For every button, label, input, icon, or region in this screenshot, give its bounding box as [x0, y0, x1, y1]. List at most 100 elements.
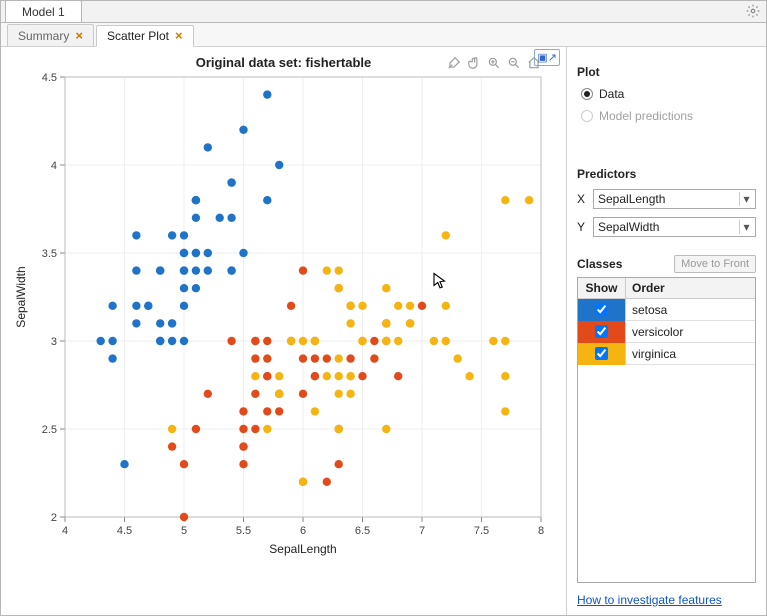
class-show-checkbox[interactable] [595, 303, 608, 316]
point-versicolor[interactable] [370, 337, 378, 345]
point-virginica[interactable] [346, 372, 354, 380]
point-versicolor[interactable] [299, 266, 307, 274]
point-virginica[interactable] [394, 337, 402, 345]
point-setosa[interactable] [263, 196, 271, 204]
point-setosa[interactable] [192, 196, 200, 204]
point-setosa[interactable] [108, 337, 116, 345]
point-virginica[interactable] [358, 337, 366, 345]
point-versicolor[interactable] [275, 407, 283, 415]
point-setosa[interactable] [192, 266, 200, 274]
class-row-setosa[interactable]: setosa [578, 299, 755, 321]
point-setosa[interactable] [108, 354, 116, 362]
point-setosa[interactable] [132, 319, 140, 327]
close-icon[interactable]: × [175, 25, 183, 47]
point-virginica[interactable] [430, 337, 438, 345]
point-virginica[interactable] [311, 337, 319, 345]
point-virginica[interactable] [394, 302, 402, 310]
point-virginica[interactable] [335, 284, 343, 292]
point-virginica[interactable] [489, 337, 497, 345]
point-virginica[interactable] [442, 231, 450, 239]
point-virginica[interactable] [311, 407, 319, 415]
point-setosa[interactable] [144, 302, 152, 310]
point-setosa[interactable] [180, 266, 188, 274]
point-versicolor[interactable] [263, 372, 271, 380]
point-setosa[interactable] [192, 249, 200, 257]
point-setosa[interactable] [132, 266, 140, 274]
point-virginica[interactable] [442, 337, 450, 345]
point-virginica[interactable] [525, 196, 533, 204]
point-versicolor[interactable] [239, 407, 247, 415]
point-virginica[interactable] [168, 425, 176, 433]
point-setosa[interactable] [132, 302, 140, 310]
point-virginica[interactable] [335, 266, 343, 274]
point-versicolor[interactable] [394, 372, 402, 380]
point-virginica[interactable] [346, 319, 354, 327]
point-virginica[interactable] [406, 319, 414, 327]
point-versicolor[interactable] [263, 354, 271, 362]
point-virginica[interactable] [346, 302, 354, 310]
point-virginica[interactable] [358, 302, 366, 310]
point-versicolor[interactable] [251, 337, 259, 345]
gear-icon[interactable] [746, 4, 760, 21]
point-versicolor[interactable] [251, 390, 259, 398]
point-setosa[interactable] [132, 231, 140, 239]
point-versicolor[interactable] [299, 390, 307, 398]
point-virginica[interactable] [251, 372, 259, 380]
point-setosa[interactable] [97, 337, 105, 345]
class-row-versicolor[interactable]: versicolor [578, 321, 755, 343]
point-virginica[interactable] [382, 425, 390, 433]
point-setosa[interactable] [204, 249, 212, 257]
point-virginica[interactable] [299, 337, 307, 345]
point-setosa[interactable] [168, 337, 176, 345]
point-versicolor[interactable] [370, 354, 378, 362]
class-show-checkbox[interactable] [595, 325, 608, 338]
point-virginica[interactable] [501, 407, 509, 415]
point-virginica[interactable] [465, 372, 473, 380]
tab-model-1[interactable]: Model 1 [5, 0, 82, 22]
point-virginica[interactable] [299, 478, 307, 486]
scatter-chart[interactable]: 44.555.566.577.5822.533.544.5SepalLength… [1, 47, 561, 607]
move-to-front-button[interactable]: Move to Front [674, 255, 756, 273]
class-show-checkbox[interactable] [595, 347, 608, 360]
point-versicolor[interactable] [287, 302, 295, 310]
point-versicolor[interactable] [346, 354, 354, 362]
point-virginica[interactable] [382, 284, 390, 292]
point-setosa[interactable] [180, 337, 188, 345]
point-versicolor[interactable] [168, 442, 176, 450]
point-virginica[interactable] [442, 302, 450, 310]
point-virginica[interactable] [335, 425, 343, 433]
point-setosa[interactable] [204, 143, 212, 151]
point-virginica[interactable] [454, 354, 462, 362]
point-setosa[interactable] [180, 284, 188, 292]
y-predictor-select[interactable]: SepalWidth ▾ [593, 217, 756, 237]
point-virginica[interactable] [346, 390, 354, 398]
point-setosa[interactable] [168, 231, 176, 239]
point-virginica[interactable] [263, 425, 271, 433]
tab-summary[interactable]: Summary × [7, 24, 94, 46]
point-setosa[interactable] [156, 319, 164, 327]
point-setosa[interactable] [227, 214, 235, 222]
point-virginica[interactable] [501, 196, 509, 204]
point-setosa[interactable] [275, 161, 283, 169]
point-setosa[interactable] [227, 178, 235, 186]
point-versicolor[interactable] [192, 425, 200, 433]
tab-scatter-plot[interactable]: Scatter Plot × [96, 25, 194, 47]
point-setosa[interactable] [192, 214, 200, 222]
point-virginica[interactable] [335, 390, 343, 398]
point-virginica[interactable] [287, 337, 295, 345]
point-setosa[interactable] [227, 266, 235, 274]
point-versicolor[interactable] [358, 372, 366, 380]
point-setosa[interactable] [263, 90, 271, 98]
point-versicolor[interactable] [180, 460, 188, 468]
help-link[interactable]: How to investigate features [577, 583, 756, 607]
point-setosa[interactable] [156, 337, 164, 345]
point-virginica[interactable] [501, 372, 509, 380]
point-virginica[interactable] [335, 354, 343, 362]
point-versicolor[interactable] [311, 354, 319, 362]
point-setosa[interactable] [156, 266, 164, 274]
class-row-virginica[interactable]: virginica [578, 343, 755, 365]
point-setosa[interactable] [192, 284, 200, 292]
point-setosa[interactable] [168, 319, 176, 327]
point-setosa[interactable] [239, 126, 247, 134]
point-virginica[interactable] [501, 337, 509, 345]
